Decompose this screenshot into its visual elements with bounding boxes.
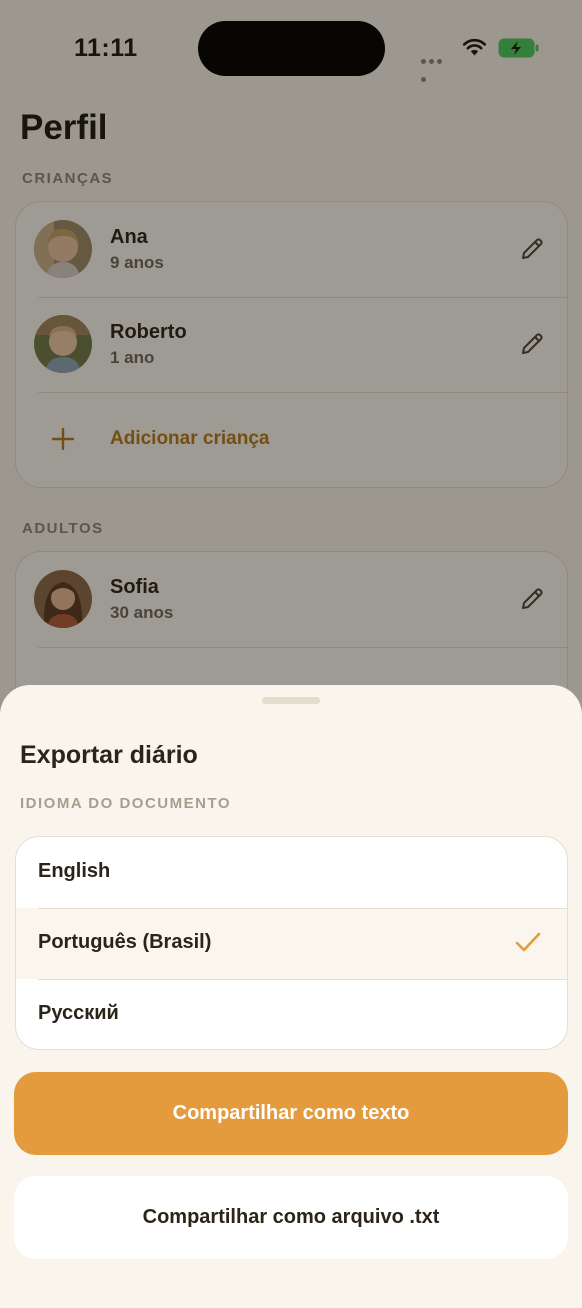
language-label: Русский: [38, 1002, 119, 1024]
language-option-english[interactable]: English: [16, 837, 567, 908]
export-sheet: Exportar diário IDIOMA DO DOCUMENTO Engl…: [0, 685, 582, 1308]
language-option-russian[interactable]: Русский: [16, 979, 567, 1049]
language-option-portuguese[interactable]: Português (Brasil): [16, 908, 567, 979]
language-section-header: IDIOMA DO DOCUMENTO: [20, 795, 231, 812]
language-label: English: [38, 860, 111, 882]
share-as-text-button[interactable]: Compartilhar como texto: [14, 1072, 568, 1155]
language-list: English Português (Brasil) Русский: [15, 836, 568, 1050]
checkmark-icon: [515, 932, 541, 952]
share-as-file-button[interactable]: Compartilhar como arquivo .txt: [14, 1176, 568, 1259]
sheet-grabber[interactable]: [262, 697, 320, 704]
language-label: Português (Brasil): [38, 931, 212, 953]
sheet-title: Exportar diário: [20, 741, 198, 769]
